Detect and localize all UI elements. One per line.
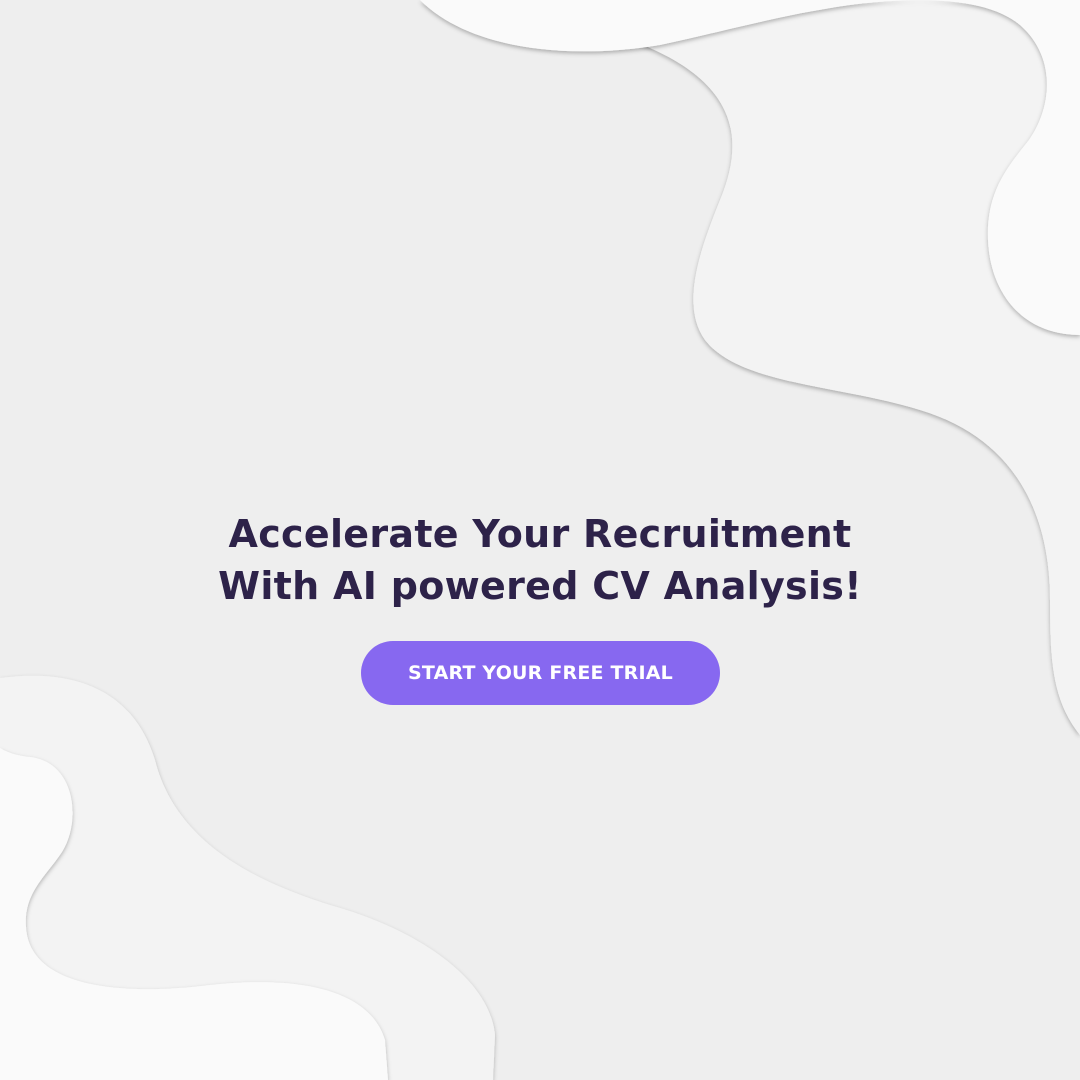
banner-canvas: Accelerate Your Recruitment With AI powe… bbox=[0, 0, 1080, 1080]
hero-section: Accelerate Your Recruitment With AI powe… bbox=[0, 508, 1080, 612]
headline-line-2: With AI powered CV Analysis! bbox=[218, 564, 862, 608]
start-free-trial-button[interactable]: START YOUR FREE TRIAL bbox=[361, 641, 720, 705]
headline: Accelerate Your Recruitment With AI powe… bbox=[0, 508, 1080, 612]
top-right-wave-outer bbox=[600, 0, 1080, 735]
headline-line-1: Accelerate Your Recruitment bbox=[228, 512, 852, 556]
